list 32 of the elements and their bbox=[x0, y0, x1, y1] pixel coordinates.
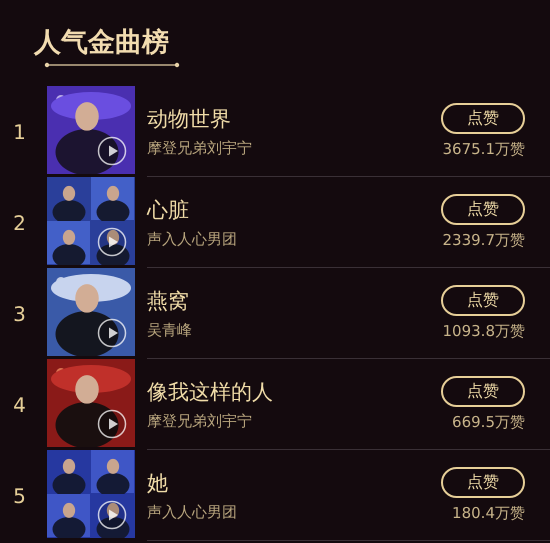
artist-name: 摩登兄弟刘宇宁 bbox=[147, 412, 252, 430]
title-underline-icon bbox=[44, 62, 180, 68]
like-button[interactable]: 点赞 bbox=[441, 376, 525, 407]
like-button[interactable]: 点赞 bbox=[441, 285, 525, 316]
play-icon[interactable] bbox=[97, 227, 127, 257]
section-title: 人气金曲榜 bbox=[34, 26, 169, 60]
like-count: 3675.1万赞 bbox=[442, 140, 525, 159]
artist-name: 吴青峰 bbox=[147, 320, 192, 340]
play-icon[interactable] bbox=[97, 409, 127, 439]
play-icon[interactable] bbox=[97, 500, 127, 530]
play-icon[interactable] bbox=[97, 318, 127, 348]
song-title[interactable]: 心脏 bbox=[147, 196, 189, 224]
like-count: 180.4万赞 bbox=[452, 504, 525, 523]
song-title[interactable]: 她 bbox=[147, 468, 168, 496]
rank-number: 2 bbox=[12, 210, 27, 236]
song-title[interactable]: 燕窝 bbox=[147, 286, 189, 314]
song-title[interactable]: 动物世界 bbox=[147, 104, 231, 132]
like-button[interactable]: 点赞 bbox=[441, 467, 525, 498]
rank-number: 4 bbox=[12, 392, 27, 418]
like-count: 2339.7万赞 bbox=[442, 231, 525, 250]
rank-number: 1 bbox=[12, 118, 27, 146]
like-count: 669.5万赞 bbox=[452, 413, 525, 432]
song-title[interactable]: 像我这样的人 bbox=[147, 378, 273, 406]
artist-name: 声入人心男团 bbox=[147, 502, 237, 522]
artist-name: 声入人心男团 bbox=[147, 230, 237, 248]
play-icon[interactable] bbox=[97, 136, 127, 166]
rank-number: 3 bbox=[12, 300, 27, 328]
artist-name: 摩登兄弟刘宇宁 bbox=[147, 138, 252, 158]
like-button[interactable]: 点赞 bbox=[441, 103, 525, 134]
like-button[interactable]: 点赞 bbox=[441, 194, 525, 225]
like-count: 1093.8万赞 bbox=[442, 322, 525, 341]
rank-number: 5 bbox=[12, 482, 27, 510]
